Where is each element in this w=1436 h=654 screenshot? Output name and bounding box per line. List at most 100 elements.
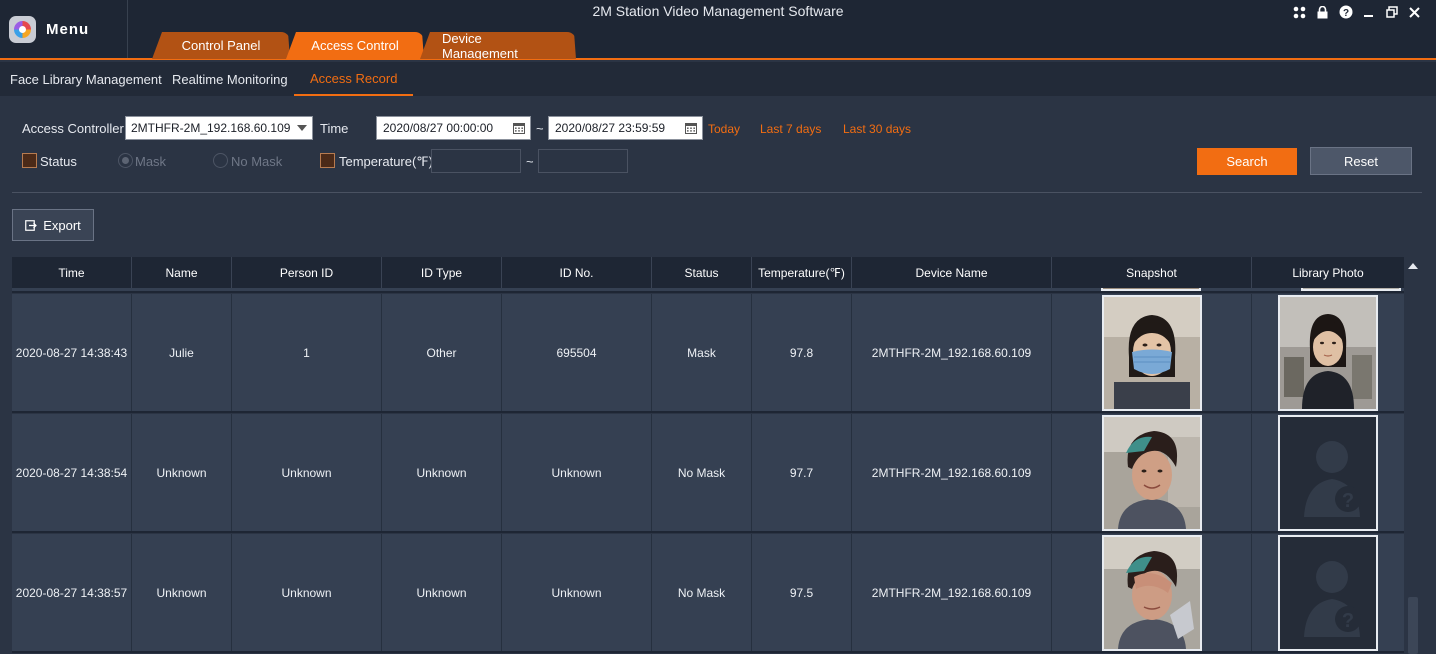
chevron-down-icon bbox=[297, 125, 307, 131]
cell-time: 2020-08-27 14:38:57 bbox=[12, 534, 132, 651]
library-photo-placeholder[interactable]: ? bbox=[1278, 534, 1378, 651]
mask-radio-label: Mask bbox=[135, 154, 167, 169]
library-photo-placeholder[interactable]: ? bbox=[1278, 414, 1378, 531]
column-header-device-name[interactable]: Device Name bbox=[852, 257, 1052, 288]
lock-icon[interactable] bbox=[1311, 3, 1334, 21]
snapshot-image[interactable] bbox=[1101, 294, 1202, 411]
column-header-id-no[interactable]: ID No. bbox=[502, 257, 652, 288]
temperature-checkbox[interactable] bbox=[320, 153, 335, 168]
cell-device-name: 2MTHFR-2M_192.168.60.109 bbox=[852, 414, 1052, 531]
time-start-value: 2020/08/27 00:00:00 bbox=[383, 121, 494, 135]
subnav-face-library[interactable]: Face Library Management bbox=[10, 62, 162, 96]
cell-temperature: 97.7 bbox=[752, 414, 852, 531]
table-header: Time Name Person ID ID Type ID No. Statu… bbox=[12, 257, 1404, 288]
temperature-label: Temperature(℉) bbox=[339, 154, 434, 169]
app-title: 2M Station Video Management Software bbox=[592, 3, 844, 19]
tab-access-control[interactable]: Access Control bbox=[286, 32, 424, 59]
close-icon[interactable] bbox=[1403, 3, 1426, 21]
no-mask-radio[interactable] bbox=[213, 153, 228, 168]
table-row[interactable]: 2020-08-27 14:38:57 Unknown Unknown Unkn… bbox=[12, 534, 1404, 653]
access-controller-select[interactable]: 2MTHFR-2M_192.168.60.109 bbox=[125, 116, 313, 140]
minimize-icon[interactable] bbox=[1357, 3, 1380, 21]
menu-label: Menu bbox=[46, 20, 90, 38]
time-start-input[interactable]: 2020/08/27 00:00:00 bbox=[376, 116, 531, 140]
cell-person-id: Unknown bbox=[232, 534, 382, 651]
table-row[interactable]: 2020-08-27 14:38:43 Julie 1 Other 695504… bbox=[12, 294, 1404, 413]
reset-button[interactable]: Reset bbox=[1310, 147, 1412, 175]
temperature-max-input[interactable] bbox=[538, 149, 628, 173]
cell-name: Julie bbox=[132, 294, 232, 411]
time-end-input[interactable]: 2020/08/27 23:59:59 bbox=[548, 116, 703, 140]
cell-time: 2020-08-27 14:38:54 bbox=[12, 414, 132, 531]
cell-status: No Mask bbox=[652, 534, 752, 651]
time-separator: ~ bbox=[536, 121, 544, 136]
tab-control-panel[interactable]: Control Panel bbox=[152, 32, 290, 59]
column-header-id-type[interactable]: ID Type bbox=[382, 257, 502, 288]
export-button[interactable]: Export bbox=[12, 209, 94, 241]
access-controller-value: 2MTHFR-2M_192.168.60.109 bbox=[131, 121, 291, 135]
temperature-separator: ~ bbox=[526, 154, 534, 169]
no-mask-radio-label: No Mask bbox=[231, 154, 283, 169]
unknown-person-icon: ? bbox=[1280, 536, 1376, 649]
cell-id-no: Unknown bbox=[502, 414, 652, 531]
snapshot-image[interactable] bbox=[1101, 534, 1202, 651]
main-tabs: Control Panel Access Control Device Mana… bbox=[152, 32, 572, 59]
window-controls: ? bbox=[1288, 3, 1426, 21]
cell-device-name: 2MTHFR-2M_192.168.60.109 bbox=[852, 534, 1052, 651]
svg-text:?: ? bbox=[1342, 610, 1354, 632]
cell-temperature: 97.5 bbox=[752, 534, 852, 651]
scrollbar-thumb[interactable] bbox=[1408, 597, 1418, 654]
quick-last-7-days-link[interactable]: Last 7 days bbox=[760, 122, 821, 136]
column-header-name[interactable]: Name bbox=[132, 257, 232, 288]
table-row[interactable]: 2020-08-27 14:38:54 Unknown Unknown Unkn… bbox=[12, 414, 1404, 533]
library-photo-image[interactable] bbox=[1278, 294, 1378, 411]
cell-id-type: Unknown bbox=[382, 414, 502, 531]
cell-library-photo: ? bbox=[1252, 414, 1404, 531]
cell-id-type: Unknown bbox=[382, 534, 502, 651]
cell-snapshot bbox=[1052, 294, 1252, 411]
calendar-icon[interactable] bbox=[513, 122, 525, 134]
subnav-access-record[interactable]: Access Record bbox=[294, 62, 414, 96]
column-header-status[interactable]: Status bbox=[652, 257, 752, 288]
cell-status: Mask bbox=[652, 294, 752, 411]
table-scrollbar[interactable] bbox=[1404, 257, 1422, 654]
quick-last-30-days-link[interactable]: Last 30 days bbox=[843, 122, 911, 136]
mask-radio[interactable] bbox=[118, 153, 133, 168]
tab-device-management[interactable]: Device Management bbox=[420, 32, 576, 59]
help-icon[interactable]: ? bbox=[1334, 3, 1357, 21]
app-logo-icon bbox=[9, 15, 36, 43]
search-button[interactable]: Search bbox=[1197, 148, 1297, 175]
cell-snapshot bbox=[1052, 534, 1252, 651]
column-header-snapshot[interactable]: Snapshot bbox=[1052, 257, 1252, 288]
cell-person-id: Unknown bbox=[232, 414, 382, 531]
status-checkbox[interactable] bbox=[22, 153, 37, 168]
cell-id-type: Other bbox=[382, 294, 502, 411]
temperature-min-input[interactable] bbox=[431, 149, 521, 173]
sub-navigation: Face Library Management Realtime Monitor… bbox=[0, 62, 1436, 96]
unknown-person-icon: ? bbox=[1280, 416, 1376, 529]
cell-person-id: 1 bbox=[232, 294, 382, 411]
layout-icon[interactable] bbox=[1288, 3, 1311, 21]
scroll-up-arrow-icon[interactable] bbox=[1408, 263, 1418, 269]
title-bar: Menu 2M Station Video Management Softwar… bbox=[0, 0, 1436, 60]
column-header-person-id[interactable]: Person ID bbox=[232, 257, 382, 288]
cell-name: Unknown bbox=[132, 534, 232, 651]
quick-today-link[interactable]: Today bbox=[708, 122, 740, 136]
calendar-icon[interactable] bbox=[685, 122, 697, 134]
access-controller-label: Access Controller bbox=[22, 121, 124, 136]
column-header-temperature[interactable]: Temperature(℉) bbox=[752, 257, 852, 288]
svg-text:?: ? bbox=[1342, 490, 1354, 512]
cell-time: 2020-08-27 14:38:43 bbox=[12, 294, 132, 411]
cell-status: No Mask bbox=[652, 414, 752, 531]
cell-snapshot bbox=[1052, 414, 1252, 531]
snapshot-image[interactable] bbox=[1101, 414, 1202, 531]
column-header-library-photo[interactable]: Library Photo bbox=[1252, 257, 1404, 288]
cell-id-no: 695504 bbox=[502, 294, 652, 411]
column-header-time[interactable]: Time bbox=[12, 257, 132, 288]
cell-name: Unknown bbox=[132, 414, 232, 531]
cell-library-photo bbox=[1252, 294, 1404, 411]
subnav-realtime-monitoring[interactable]: Realtime Monitoring bbox=[172, 62, 288, 96]
restore-icon[interactable] bbox=[1380, 3, 1403, 21]
time-label: Time bbox=[320, 121, 349, 136]
cell-temperature: 97.8 bbox=[752, 294, 852, 411]
